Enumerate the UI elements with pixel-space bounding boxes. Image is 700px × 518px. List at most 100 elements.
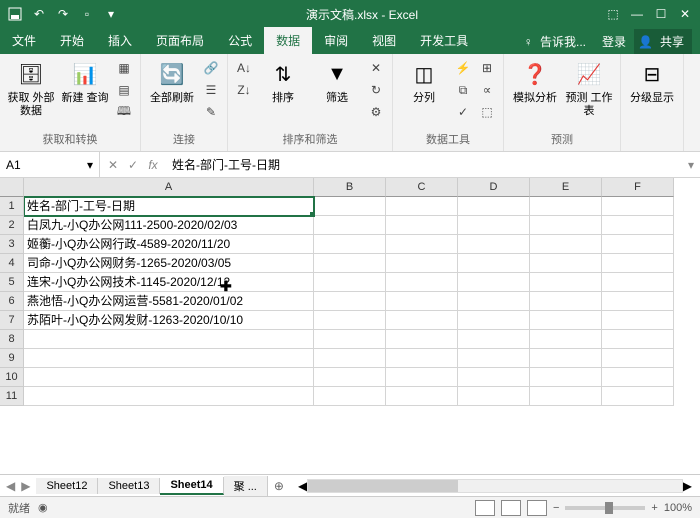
cell[interactable] — [314, 368, 386, 387]
cell[interactable] — [386, 387, 458, 406]
cell[interactable] — [530, 254, 602, 273]
cell[interactable] — [530, 216, 602, 235]
row-header[interactable]: 4 — [0, 254, 24, 273]
ribbon-options-icon[interactable]: ⬚ — [602, 3, 624, 25]
new-icon[interactable]: ▫ — [76, 3, 98, 25]
cell[interactable]: 姬蘅-小Q办公网行政-4589-2020/11/20 — [24, 235, 314, 254]
cell[interactable] — [314, 292, 386, 311]
signin-button[interactable]: 登录 — [598, 31, 630, 52]
horizontal-scrollbar[interactable] — [307, 479, 683, 493]
cell[interactable] — [458, 292, 530, 311]
validation-icon[interactable]: ✓ — [453, 102, 473, 122]
cell[interactable] — [602, 273, 674, 292]
cell[interactable] — [602, 387, 674, 406]
row-header[interactable]: 7 — [0, 311, 24, 330]
properties-icon[interactable]: ☰ — [201, 80, 221, 100]
maximize-icon[interactable]: ☐ — [650, 3, 672, 25]
cell[interactable] — [530, 368, 602, 387]
cell[interactable] — [314, 311, 386, 330]
forecast-button[interactable]: 📈 预测 工作表 — [564, 58, 614, 118]
cell[interactable]: 白凤九-小Q办公网111-2500-2020/02/03 — [24, 216, 314, 235]
minimize-icon[interactable]: — — [626, 3, 648, 25]
tab-formulas[interactable]: 公式 — [216, 27, 264, 54]
cell[interactable] — [458, 235, 530, 254]
new-query-button[interactable]: 📊 新建 查询 — [60, 58, 110, 105]
col-header[interactable]: A — [24, 178, 314, 197]
zoom-level[interactable]: 100% — [664, 502, 692, 514]
cell[interactable] — [386, 235, 458, 254]
cell[interactable] — [314, 273, 386, 292]
refresh-all-button[interactable]: 🔄 全部刷新 — [147, 58, 197, 105]
enter-icon[interactable]: ✓ — [124, 158, 142, 172]
close-icon[interactable]: ✕ — [674, 3, 696, 25]
row-header[interactable]: 6 — [0, 292, 24, 311]
advanced-icon[interactable]: ⚙ — [366, 102, 386, 122]
cell[interactable] — [314, 235, 386, 254]
share-button[interactable]: 👤 共享 — [634, 29, 692, 54]
sheet-tab[interactable]: Sheet13 — [98, 478, 160, 494]
cell[interactable] — [458, 349, 530, 368]
cell[interactable] — [458, 330, 530, 349]
cell[interactable] — [386, 368, 458, 387]
sort-asc-icon[interactable]: A↓ — [234, 58, 254, 78]
cell[interactable] — [458, 387, 530, 406]
tab-review[interactable]: 审阅 — [312, 27, 360, 54]
fx-icon[interactable]: fx — [144, 158, 162, 172]
tab-file[interactable]: 文件 — [0, 27, 48, 54]
page-break-view-icon[interactable] — [527, 500, 547, 516]
cell[interactable] — [24, 349, 314, 368]
outline-button[interactable]: ⊟ 分级显示 — [627, 58, 677, 105]
cell[interactable] — [602, 235, 674, 254]
col-header[interactable]: C — [386, 178, 458, 197]
reapply-icon[interactable]: ↻ — [366, 80, 386, 100]
undo-icon[interactable]: ↶ — [28, 3, 50, 25]
new-sheet-icon[interactable]: ⊕ — [268, 479, 290, 493]
row-header[interactable]: 3 — [0, 235, 24, 254]
get-external-data-button[interactable]: 🗄 获取 外部数据 — [6, 58, 56, 118]
tab-view[interactable]: 视图 — [360, 27, 408, 54]
redo-icon[interactable]: ↷ — [52, 3, 74, 25]
cell[interactable] — [386, 254, 458, 273]
cell[interactable] — [386, 273, 458, 292]
qat-dropdown-icon[interactable]: ▾ — [100, 3, 122, 25]
select-all-corner[interactable] — [0, 178, 24, 197]
recent-sources-icon[interactable]: 🕮 — [114, 102, 134, 122]
tell-me[interactable]: ♀ 告诉我... — [520, 31, 594, 52]
cell[interactable] — [458, 273, 530, 292]
row-header[interactable]: 11 — [0, 387, 24, 406]
tab-layout[interactable]: 页面布局 — [144, 27, 216, 54]
cell[interactable] — [314, 330, 386, 349]
cell[interactable] — [458, 368, 530, 387]
cell[interactable] — [530, 273, 602, 292]
sheet-tab[interactable]: Sheet14 — [160, 477, 223, 495]
sort-button[interactable]: ⇅ 排序 — [258, 58, 308, 105]
tab-insert[interactable]: 插入 — [96, 27, 144, 54]
cell[interactable] — [530, 292, 602, 311]
cell[interactable] — [530, 387, 602, 406]
cell[interactable] — [314, 349, 386, 368]
cell[interactable] — [530, 330, 602, 349]
prev-sheet-icon[interactable]: ◀ — [6, 479, 15, 493]
cell[interactable]: 连宋-小Q办公网技术-1145-2020/12/12 — [24, 273, 314, 292]
cell[interactable] — [602, 216, 674, 235]
scroll-left-icon[interactable]: ◀ — [298, 479, 307, 493]
save-icon[interactable] — [4, 3, 26, 25]
expand-formula-icon[interactable]: ▾ — [682, 158, 700, 172]
cell[interactable] — [24, 387, 314, 406]
cell[interactable] — [24, 330, 314, 349]
cancel-icon[interactable]: ✕ — [104, 158, 122, 172]
data-model-icon[interactable]: ⬚ — [477, 102, 497, 122]
cell[interactable] — [386, 349, 458, 368]
remove-dup-icon[interactable]: ⧉ — [453, 80, 473, 100]
show-queries-icon[interactable]: ▦ — [114, 58, 134, 78]
whatif-button[interactable]: ❓ 模拟分析 — [510, 58, 560, 105]
cell[interactable] — [602, 349, 674, 368]
page-layout-view-icon[interactable] — [501, 500, 521, 516]
normal-view-icon[interactable] — [475, 500, 495, 516]
tab-home[interactable]: 开始 — [48, 27, 96, 54]
cell[interactable] — [314, 216, 386, 235]
cell[interactable] — [530, 197, 602, 216]
cell[interactable] — [530, 311, 602, 330]
cell[interactable] — [458, 197, 530, 216]
from-table-icon[interactable]: ▤ — [114, 80, 134, 100]
